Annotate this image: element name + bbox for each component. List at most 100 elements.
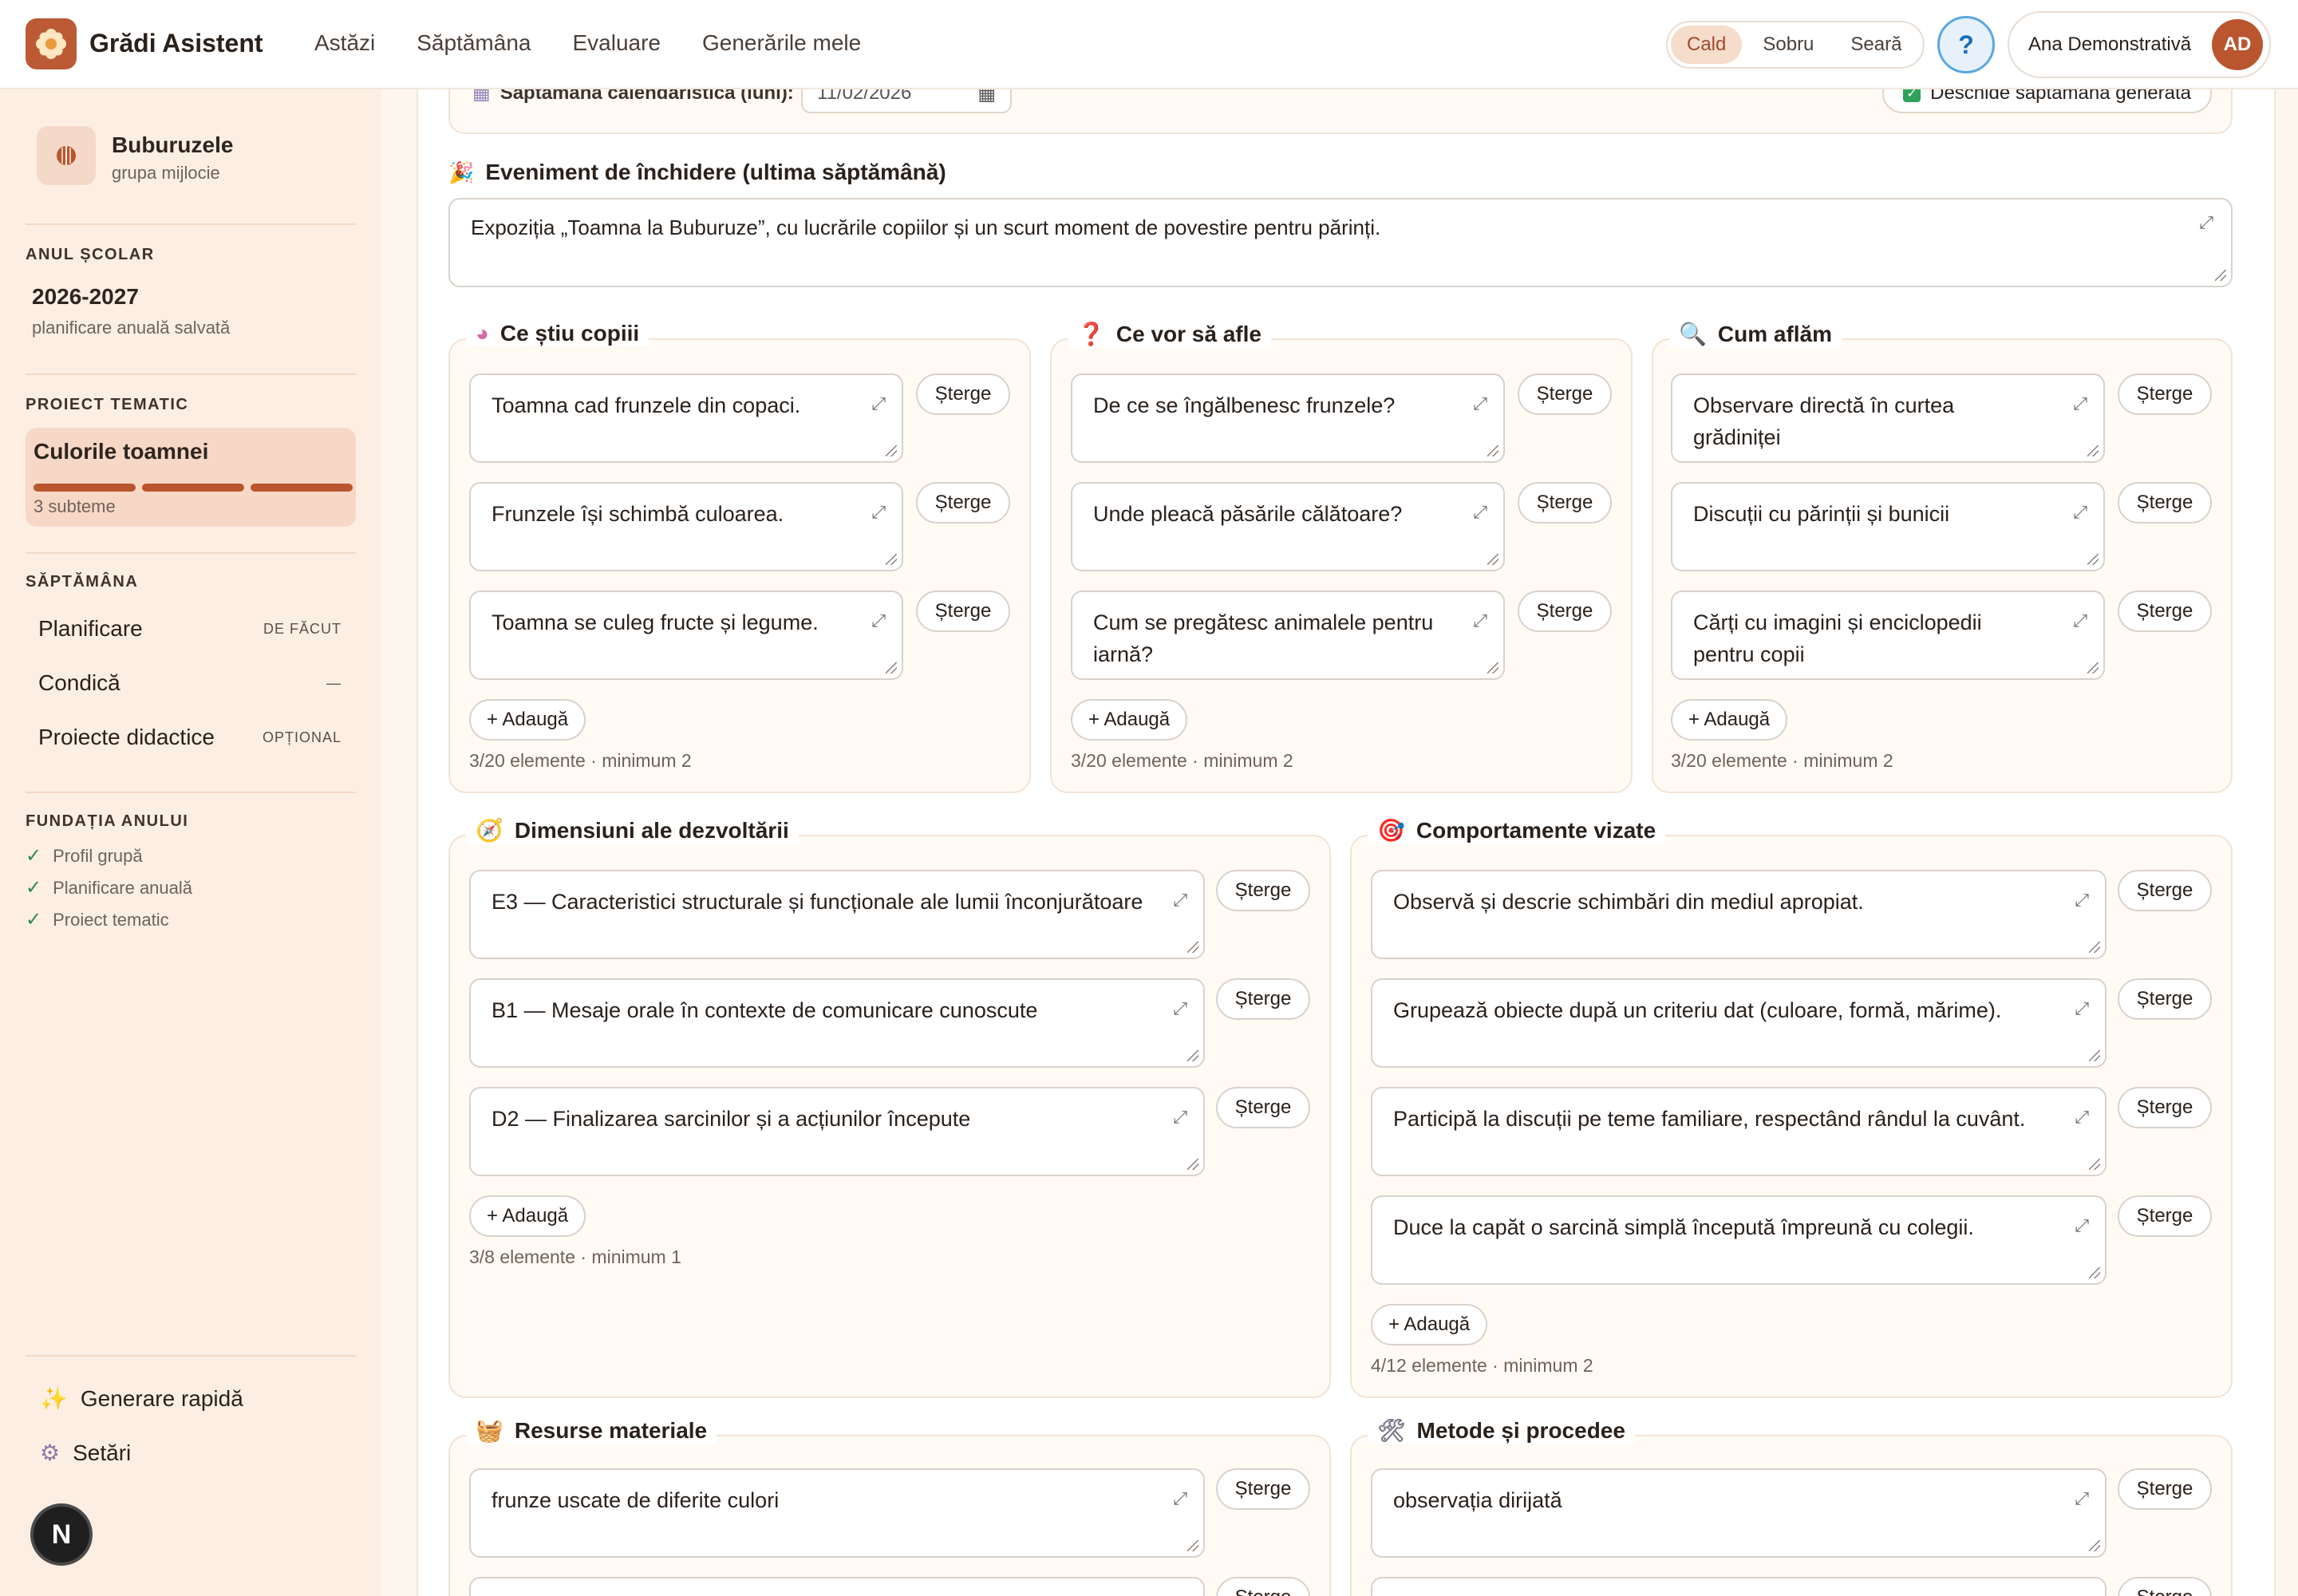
delete-button[interactable]: Șterge (2118, 870, 2212, 911)
foundation-item-annual-plan[interactable]: ✓ Planificare anuală (26, 876, 192, 899)
expand-icon[interactable]: ⤢ (1473, 388, 1487, 420)
resize-grip-icon[interactable] (886, 554, 897, 565)
resize-grip-icon[interactable] (1487, 445, 1498, 456)
expand-icon[interactable]: ⤢ (1173, 993, 1187, 1025)
expand-icon[interactable]: ⤢ (1173, 1101, 1187, 1133)
closing-event-textarea[interactable]: Expoziția „Toamna la Buburuze”, cu lucră… (448, 198, 2233, 287)
item-textarea[interactable] (469, 1577, 1205, 1596)
expand-icon[interactable]: ⤢ (2073, 605, 2087, 637)
delete-button[interactable]: Șterge (1216, 978, 1310, 1020)
expand-icon[interactable]: ⤢ (1173, 884, 1187, 916)
flower-icon[interactable] (26, 18, 77, 69)
item-textarea[interactable]: Cum se pregătesc animalele pentru iarnă?… (1071, 591, 1505, 680)
resize-grip-icon[interactable] (886, 662, 897, 674)
delete-button[interactable]: Șterge (2118, 1195, 2212, 1237)
delete-button[interactable]: Șterge (916, 373, 1010, 415)
delete-button[interactable]: Șterge (2118, 978, 2212, 1020)
foundation-item-group-profile[interactable]: ✓ Profil grupă (26, 844, 143, 867)
week-item-register[interactable]: Condică — (38, 670, 342, 696)
expand-icon[interactable]: ⤢ (2075, 884, 2089, 916)
settings-link[interactable]: ⚙ Setări (40, 1440, 131, 1466)
nav-my-generations[interactable]: Generările mele (702, 30, 861, 56)
foundation-item-thematic-project[interactable]: ✓ Proiect tematic (26, 908, 169, 931)
resize-grip-icon[interactable] (1487, 662, 1498, 674)
resize-grip-icon[interactable] (2089, 1540, 2100, 1551)
expand-icon[interactable]: ⤢ (2075, 993, 2089, 1025)
nav-evaluation[interactable]: Evaluare (572, 30, 661, 56)
delete-button[interactable]: Șterge (916, 482, 1010, 523)
item-textarea[interactable]: observația dirijată ⤢ (1371, 1468, 2106, 1558)
delete-button[interactable]: Șterge (1518, 482, 1612, 523)
expand-icon[interactable]: ⤢ (2073, 388, 2087, 420)
item-textarea[interactable]: D2 — Finalizarea sarcinilor și a acțiuni… (469, 1087, 1205, 1176)
user-menu[interactable]: Ana Demonstrativă AD (2008, 11, 2271, 78)
item-textarea[interactable]: De ce se îngălbenesc frunzele? ⤢ (1071, 373, 1505, 463)
expand-icon[interactable]: ⤢ (871, 388, 886, 420)
item-textarea[interactable]: Observă și descrie schimbări din mediul … (1371, 870, 2106, 959)
group-card[interactable]: Buburuzele grupa mijlocie (37, 126, 233, 185)
project-card[interactable]: Culorile toamnei 3 subteme (26, 428, 356, 527)
resize-grip-icon[interactable] (2089, 1159, 2100, 1170)
expand-icon[interactable]: ⤢ (1173, 1483, 1187, 1515)
delete-button[interactable]: Șterge (2118, 1468, 2212, 1510)
add-button[interactable]: + Adaugă (469, 699, 586, 741)
item-textarea[interactable]: Participă la discuții pe teme familiare,… (1371, 1087, 2106, 1176)
item-textarea[interactable]: B1 — Mesaje orale în contexte de comunic… (469, 978, 1205, 1068)
item-textarea[interactable] (1371, 1577, 2106, 1596)
item-textarea[interactable]: Grupează obiecte după un criteriu dat (c… (1371, 978, 2106, 1068)
resize-grip-icon[interactable] (1187, 942, 1198, 953)
expand-icon[interactable]: ⤢ (2075, 1483, 2089, 1515)
expand-icon[interactable]: ⤢ (871, 605, 886, 637)
theme-sober[interactable]: Sobru (1747, 26, 1830, 64)
week-item-didactic-projects[interactable]: Proiecte didactice OPȚIONAL (38, 725, 342, 750)
app-title[interactable]: Grădi Asistent (89, 29, 263, 58)
resize-grip-icon[interactable] (2087, 662, 2099, 674)
week-item-planning[interactable]: Planificare DE FĂCUT (38, 616, 342, 642)
resize-grip-icon[interactable] (886, 445, 897, 456)
expand-icon[interactable]: ⤢ (2199, 212, 2213, 233)
delete-button[interactable]: Șterge (1216, 1468, 1310, 1510)
item-textarea[interactable]: frunze uscate de diferite culori ⤢ (469, 1468, 1205, 1558)
delete-button[interactable]: Șterge (1518, 591, 1612, 632)
delete-button[interactable]: Șterge (2118, 482, 2212, 523)
item-textarea[interactable]: Toamna se culeg fructe și legume. ⤢ (469, 591, 903, 680)
item-textarea[interactable]: Frunzele își schimbă culoarea. ⤢ (469, 482, 903, 571)
expand-icon[interactable]: ⤢ (871, 496, 886, 528)
add-button[interactable]: + Adaugă (1671, 699, 1788, 741)
add-button[interactable]: + Adaugă (1071, 699, 1188, 741)
expand-icon[interactable]: ⤢ (2075, 1210, 2089, 1242)
delete-button[interactable]: Șterge (1216, 870, 1310, 911)
item-textarea[interactable]: Unde pleacă păsările călătoare? ⤢ (1071, 482, 1505, 571)
resize-grip-icon[interactable] (2089, 942, 2100, 953)
item-textarea[interactable]: Observare directă în curtea grădiniței ⤢ (1671, 373, 2105, 463)
resize-grip-icon[interactable] (2215, 270, 2226, 281)
item-textarea[interactable]: Discuții cu părinții și bunicii ⤢ (1671, 482, 2105, 571)
expand-icon[interactable]: ⤢ (1473, 605, 1487, 637)
theme-warm[interactable]: Cald (1671, 26, 1743, 64)
resize-grip-icon[interactable] (2087, 445, 2099, 456)
add-button[interactable]: + Adaugă (469, 1195, 586, 1237)
theme-evening[interactable]: Seară (1834, 26, 1917, 64)
resize-grip-icon[interactable] (1187, 1159, 1198, 1170)
add-button[interactable]: + Adaugă (1371, 1304, 1488, 1345)
delete-button[interactable]: Șterge (2118, 1577, 2212, 1596)
help-button[interactable]: ? (1937, 16, 1995, 73)
school-year-value[interactable]: 2026-2027 (32, 284, 139, 310)
delete-button[interactable]: Șterge (1518, 373, 1612, 415)
resize-grip-icon[interactable] (2089, 1050, 2100, 1061)
item-textarea[interactable]: Cărți cu imagini și enciclopedii pentru … (1671, 591, 2105, 680)
item-textarea[interactable]: E3 — Caracteristici structurale și funcț… (469, 870, 1205, 959)
delete-button[interactable]: Șterge (1216, 1087, 1310, 1128)
delete-button[interactable]: Șterge (1216, 1577, 1310, 1596)
item-textarea[interactable]: Duce la capăt o sarcină simplă începută … (1371, 1195, 2106, 1285)
resize-grip-icon[interactable] (2089, 1267, 2100, 1278)
expand-icon[interactable]: ⤢ (2073, 496, 2087, 528)
item-textarea[interactable]: Toamna cad frunzele din copaci. ⤢ (469, 373, 903, 463)
nav-today[interactable]: Astăzi (314, 30, 375, 56)
resize-grip-icon[interactable] (1187, 1050, 1198, 1061)
n-badge[interactable]: N (30, 1503, 93, 1566)
expand-icon[interactable]: ⤢ (2075, 1101, 2089, 1133)
nav-week[interactable]: Săptămâna (417, 30, 531, 56)
expand-icon[interactable]: ⤢ (1473, 496, 1487, 528)
delete-button[interactable]: Șterge (2118, 591, 2212, 632)
